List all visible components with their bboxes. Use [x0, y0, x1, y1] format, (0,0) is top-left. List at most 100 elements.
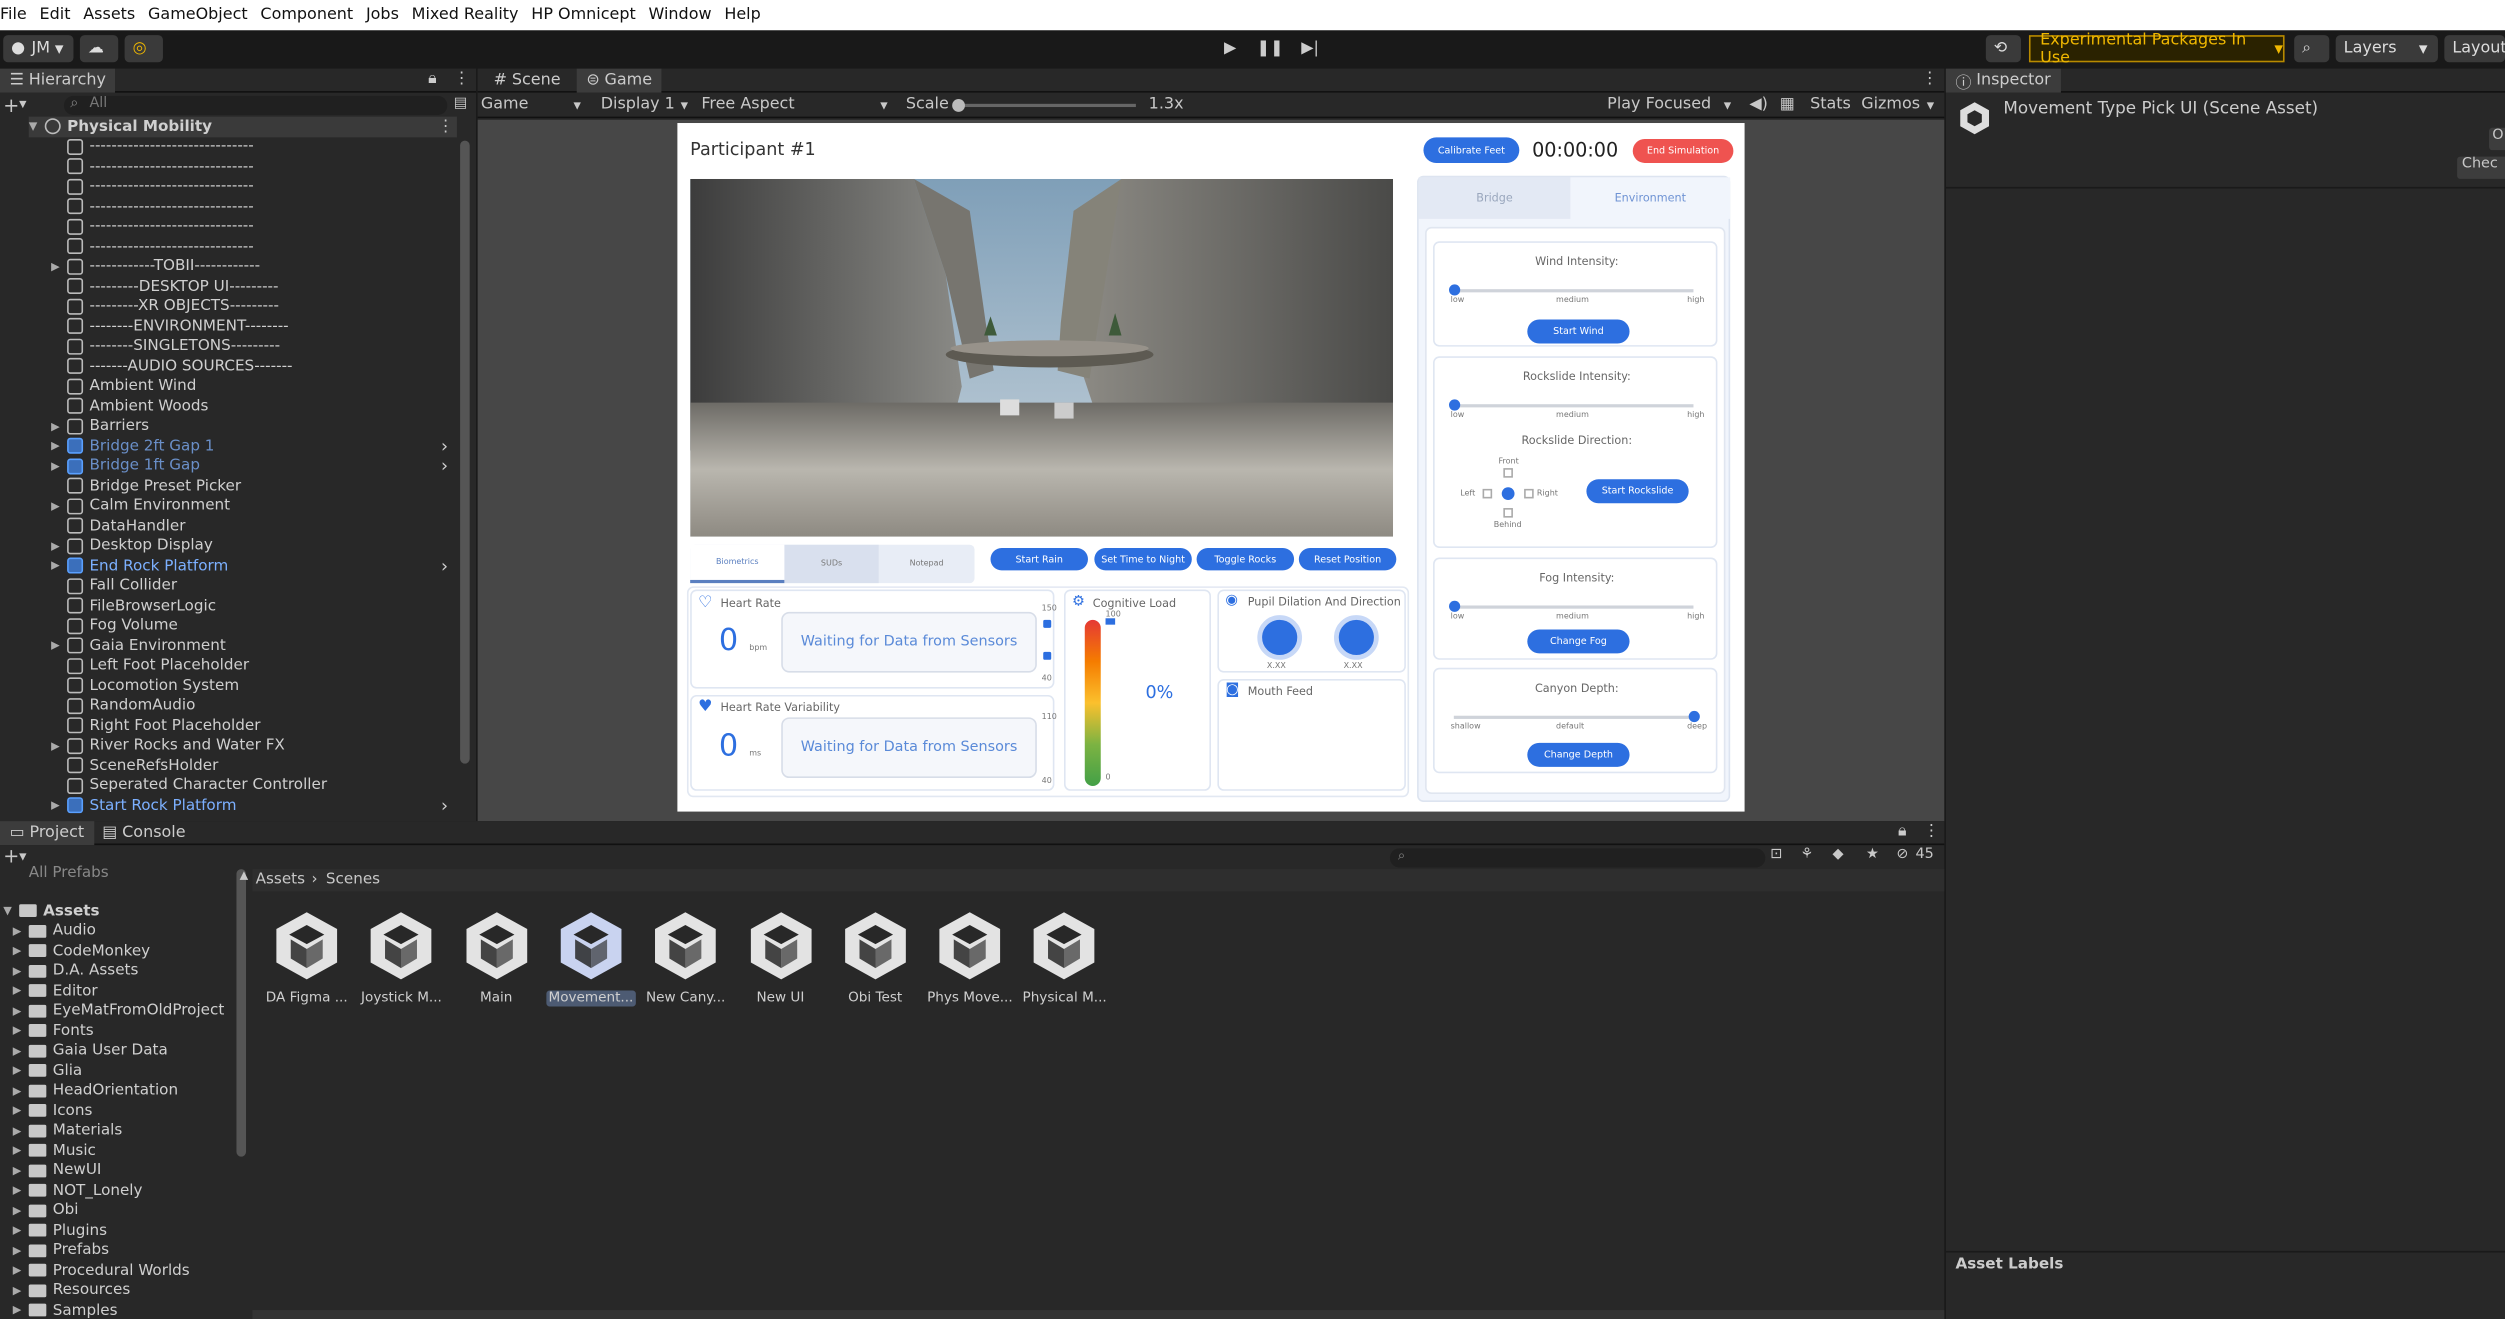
- hierarchy-row[interactable]: FileBrowserLogic: [51, 596, 517, 616]
- hierarchy-row[interactable]: ---------DESKTOP UI---------: [51, 276, 517, 296]
- hierarchy-row[interactable]: SceneRefsHolder: [51, 756, 517, 776]
- hierarchy-row[interactable]: --------SINGLETONS---------: [51, 336, 517, 356]
- expand-arrow-icon[interactable]: ▶: [13, 985, 29, 998]
- reset-position-button[interactable]: Reset Position: [1298, 547, 1397, 571]
- search-by-label-icon[interactable]: ⚘: [1800, 847, 1813, 863]
- folder-row[interactable]: ▶ Gaia User Data: [13, 1041, 168, 1061]
- tab-inspector[interactable]: ⓘ Inspector: [1945, 68, 2061, 93]
- scene-asset[interactable]: New UI: [736, 911, 825, 1006]
- scene-asset[interactable]: Joystick M...: [357, 911, 446, 1006]
- folder-row[interactable]: ▶ CodeMonkey: [13, 941, 150, 961]
- hierarchy-row[interactable]: ------------------------------: [51, 157, 517, 177]
- menu-assets[interactable]: Assets: [77, 6, 142, 24]
- scale-slider-handle[interactable]: [952, 99, 965, 112]
- folder-row[interactable]: ▶ Editor: [13, 981, 98, 1001]
- expand-arrow-icon[interactable]: ▶: [51, 799, 67, 812]
- expand-arrow-icon[interactable]: ▶: [13, 1184, 29, 1197]
- hierarchy-row[interactable]: ------------------------------: [51, 197, 517, 217]
- tab-hierarchy[interactable]: ☰ Hierarchy: [0, 68, 116, 93]
- tab-bridge[interactable]: Bridge: [1418, 177, 1571, 219]
- expand-arrow-icon[interactable]: ▼: [3, 905, 19, 918]
- scene-asset[interactable]: Main: [451, 911, 540, 1006]
- hierarchy-row[interactable]: ---------XR OBJECTS---------: [51, 296, 517, 316]
- hierarchy-row[interactable]: ▶ Barriers: [51, 416, 517, 436]
- scene-asset[interactable]: Physical M...: [1020, 911, 1109, 1006]
- expand-arrow-icon[interactable]: ▶: [13, 945, 29, 958]
- folder-row[interactable]: ▶ EyeMatFromOldProject: [13, 1001, 225, 1021]
- menu-window[interactable]: Window: [642, 6, 718, 24]
- hierarchy-row[interactable]: ------------------------------: [51, 236, 517, 256]
- collapse-arrow-icon[interactable]: ▲: [240, 869, 249, 882]
- folder-row[interactable]: ▶ HeadOrientation: [13, 1081, 178, 1101]
- chevron-down-icon[interactable]: ▼: [1927, 101, 1934, 112]
- expand-arrow-icon[interactable]: ▶: [13, 1284, 29, 1297]
- folder-row[interactable]: ▶ Icons: [13, 1101, 93, 1121]
- toggle-rocks-button[interactable]: Toggle Rocks: [1196, 547, 1295, 571]
- filter-icon[interactable]: ▤: [454, 96, 468, 112]
- hierarchy-row[interactable]: --------ENVIRONMENT--------: [51, 316, 517, 336]
- tab-console[interactable]: ▤ Console: [93, 821, 195, 845]
- hierarchy-scrollbar[interactable]: [460, 140, 470, 764]
- folder-row[interactable]: ▶ NOT_Lonely: [13, 1181, 143, 1201]
- project-tree-scrollbar[interactable]: [236, 869, 247, 1157]
- hierarchy-row[interactable]: ▶ River Rocks and Water FX: [51, 736, 517, 756]
- expand-arrow-icon[interactable]: ▶: [13, 1264, 29, 1277]
- expand-arrow-icon[interactable]: ▶: [51, 440, 67, 453]
- hierarchy-row[interactable]: Ambient Woods: [51, 396, 517, 416]
- experimental-packages-button[interactable]: Experimental Packages In Use ▼: [2028, 31, 2285, 66]
- folder-row[interactable]: ▶ Obi: [13, 1201, 79, 1221]
- hierarchy-row[interactable]: ▶ Calm Environment: [51, 496, 517, 516]
- hierarchy-row[interactable]: Fall Collider: [51, 576, 517, 596]
- hierarchy-row[interactable]: Seperated Character Controller: [51, 776, 517, 796]
- menu-help[interactable]: Help: [718, 6, 767, 24]
- expand-arrow-icon[interactable]: ▶: [51, 639, 67, 652]
- expand-arrow-icon[interactable]: ▶: [13, 965, 29, 978]
- start-rain-button[interactable]: Start Rain: [990, 547, 1088, 571]
- canyon-slider-handle[interactable]: [1688, 710, 1700, 723]
- hidden-count-icon[interactable]: ⊘: [1896, 847, 1908, 863]
- game-mode-dropdown[interactable]: Game: [481, 96, 529, 114]
- prefab-open-icon[interactable]: ›: [441, 436, 448, 457]
- tag-icon[interactable]: ◆: [1832, 847, 1843, 863]
- wind-slider[interactable]: [1449, 284, 1694, 296]
- direction-right-checkbox[interactable]: [1524, 488, 1534, 499]
- hierarchy-row[interactable]: ------------------------------: [51, 177, 517, 197]
- expand-arrow-icon[interactable]: ▶: [13, 1004, 29, 1017]
- folder-row[interactable]: ▶ Plugins: [13, 1221, 107, 1241]
- add-icon[interactable]: +: [3, 845, 19, 867]
- direction-behind-checkbox[interactable]: [1503, 508, 1513, 518]
- add-icon[interactable]: +: [3, 94, 19, 116]
- hierarchy-row[interactable]: Ambient Wind: [51, 376, 517, 396]
- tab-project[interactable]: ▭ Project: [0, 821, 94, 846]
- expand-arrow-icon[interactable]: ▶: [13, 1124, 29, 1137]
- menu-file[interactable]: File: [0, 6, 33, 24]
- folder-row[interactable]: ▶ Fonts: [13, 1021, 94, 1041]
- menu-jobs[interactable]: Jobs: [360, 6, 406, 24]
- menu-mixed-reality[interactable]: Mixed Reality: [405, 6, 525, 24]
- hierarchy-row[interactable]: Locomotion System: [51, 676, 517, 696]
- hierarchy-row[interactable]: ▶ Bridge 2ft Gap 1 ›: [51, 436, 517, 457]
- display-dropdown[interactable]: Display 1: [601, 96, 675, 114]
- pause-button[interactable]: ❚❚: [1253, 37, 1288, 61]
- history-button[interactable]: ⟲: [1985, 35, 2021, 63]
- tab-suds[interactable]: SUDs: [784, 544, 879, 584]
- direction-left-checkbox[interactable]: [1482, 488, 1493, 499]
- expand-arrow-icon[interactable]: ▶: [51, 540, 67, 553]
- step-button[interactable]: ▶|: [1292, 37, 1327, 61]
- cloud-button[interactable]: ☁: [79, 35, 119, 63]
- scene-row[interactable]: ▼ Physical Mobility: [28, 116, 457, 137]
- scene-more-icon[interactable]: ⋮: [438, 118, 454, 136]
- night-button[interactable]: Set Time to Night: [1094, 547, 1192, 571]
- expand-arrow-icon[interactable]: ▶: [13, 1044, 29, 1057]
- chevron-down-icon[interactable]: ▼: [19, 99, 26, 110]
- account-button[interactable]: ● JM ▼: [3, 35, 74, 63]
- breadcrumb-scenes[interactable]: Scenes: [326, 871, 380, 889]
- folder-row[interactable]: ▶ Materials: [13, 1121, 123, 1141]
- more-icon[interactable]: ⋮: [454, 70, 470, 88]
- play-focused-dropdown[interactable]: Play Focused: [1607, 96, 1711, 114]
- expand-arrow-icon[interactable]: ▶: [13, 1104, 29, 1117]
- fog-slider-handle[interactable]: [1449, 600, 1461, 612]
- wind-button[interactable]: Start Wind: [1527, 319, 1630, 344]
- lock-icon[interactable]: 🔒︎: [1898, 823, 1907, 841]
- prefab-open-icon[interactable]: ›: [441, 456, 448, 477]
